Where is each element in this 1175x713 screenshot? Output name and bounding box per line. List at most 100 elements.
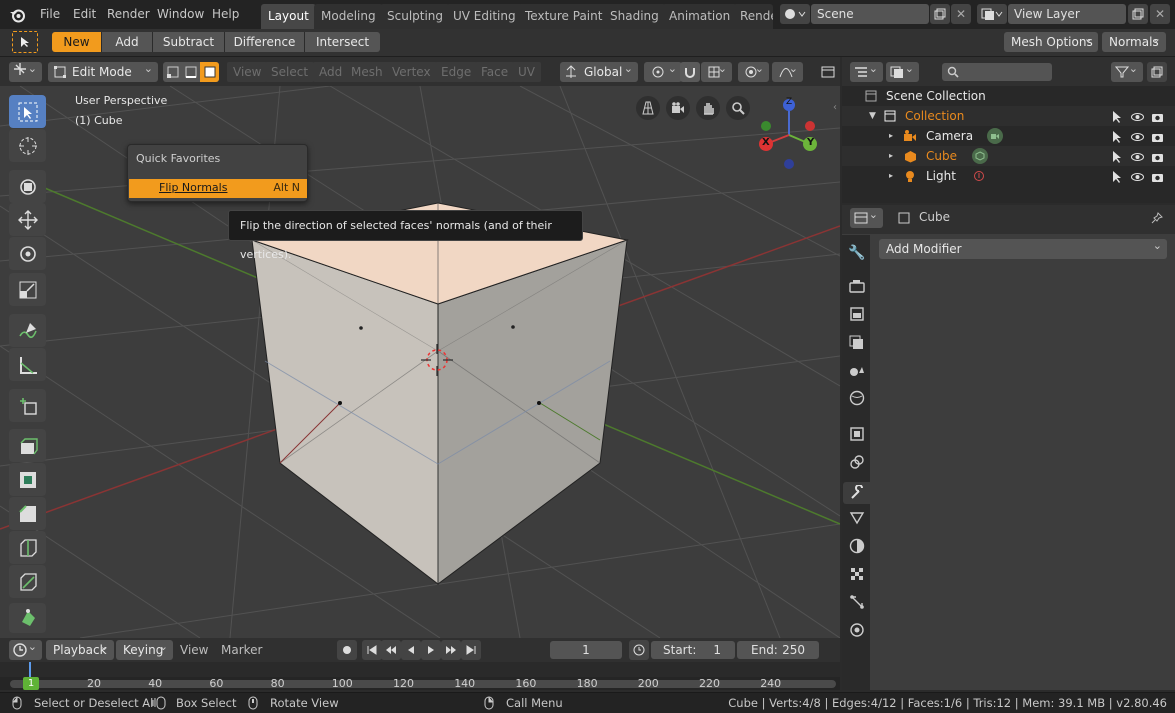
particles-tab-icon[interactable] [846, 510, 868, 532]
inset-tool-button[interactable] [9, 463, 46, 496]
cursor-tool-button[interactable] [9, 129, 46, 162]
mesh-options-dropdown[interactable]: Mesh Options [1004, 29, 1098, 52]
world-tab-icon[interactable] [846, 390, 868, 412]
constraints-tab-icon[interactable] [846, 454, 868, 476]
scene-tab-icon[interactable] [846, 362, 868, 384]
current-frame-field[interactable]: 1 [550, 641, 622, 659]
tool-tab-icon[interactable]: 🔧 [846, 242, 868, 264]
snap-toggle-icon[interactable] [680, 62, 700, 82]
zoom-view-icon[interactable] [726, 96, 750, 120]
edge-select-icon[interactable] [182, 62, 200, 82]
outliner-cube-row[interactable]: ▸ Cube [842, 146, 1175, 166]
scene-selector-icon[interactable] [780, 4, 810, 24]
output-tab-icon[interactable] [846, 306, 868, 328]
scene-name-field[interactable]: Scene [811, 4, 929, 24]
timeline-view-menu[interactable]: View [180, 643, 208, 657]
add-cube-tool-button[interactable] [9, 389, 46, 422]
jump-start-icon[interactable] [362, 640, 382, 660]
tab-rendering[interactable]: Rende [733, 4, 773, 29]
viewport-menu-view[interactable]: View [227, 62, 268, 82]
playback-dropdown[interactable]: Playback [46, 637, 114, 660]
tab-layout[interactable]: Layout [261, 4, 316, 29]
material-tab-icon[interactable] [846, 622, 868, 644]
filter-dropdown[interactable] [1111, 59, 1143, 82]
sidebar-toggle-icon[interactable]: ‹ [830, 100, 840, 114]
viewport-menu-mesh[interactable]: Mesh [345, 62, 389, 82]
new-scene-icon[interactable] [930, 4, 950, 24]
play-reverse-icon[interactable] [401, 640, 421, 660]
next-keyframe-icon[interactable] [441, 640, 461, 660]
pivot-point-dropdown[interactable] [644, 59, 682, 82]
preview-range-icon[interactable] [629, 640, 649, 660]
light-expand-icon[interactable]: ▸ [889, 166, 893, 186]
modifiers-tab-icon[interactable] [843, 482, 870, 504]
editor-type-dropdown[interactable] [9, 59, 42, 82]
rotate-tool-button[interactable] [9, 237, 46, 270]
data-tab-icon[interactable] [846, 594, 868, 616]
viewport-menu-face[interactable]: Face [475, 62, 515, 82]
outliner-scene-collection-row[interactable]: Scene Collection [842, 86, 1175, 106]
menu-file[interactable]: File [40, 0, 60, 29]
object-tab-icon[interactable] [846, 426, 868, 448]
measure-tool-button[interactable] [9, 348, 46, 381]
tweak-tool-button[interactable] [9, 170, 46, 203]
tab-sculpting[interactable]: Sculpting [380, 4, 451, 29]
new-collection-icon[interactable] [1147, 62, 1167, 82]
texture-tab-icon[interactable] [846, 566, 868, 588]
annotate-tool-button[interactable] [9, 314, 46, 347]
outliner-editor-type-dropdown[interactable] [850, 59, 883, 82]
move-tool-button[interactable] [9, 203, 46, 236]
pan-view-icon[interactable] [696, 96, 720, 120]
tab-texture-paint[interactable]: Texture Paint [518, 4, 610, 29]
face-select-icon[interactable] [200, 62, 219, 82]
outliner-light-row[interactable]: ▸ Light [842, 166, 1175, 186]
poly-build-tool-button[interactable] [9, 603, 46, 633]
tab-modeling[interactable]: Modeling [314, 4, 383, 29]
navigation-gizmo[interactable]: Z Y X [752, 96, 824, 176]
render-tab-icon[interactable] [846, 278, 868, 300]
maximize-area-icon[interactable] [818, 62, 838, 82]
viewport-menu-select[interactable]: Select [265, 62, 315, 82]
viewport-menu-edge[interactable]: Edge [435, 62, 478, 82]
view-layer-selector-icon[interactable] [977, 4, 1007, 24]
tab-animation[interactable]: Animation [662, 4, 738, 29]
display-mode-dropdown[interactable] [886, 59, 919, 82]
snap-target-dropdown[interactable] [701, 59, 732, 82]
vertex-select-icon[interactable] [164, 62, 182, 82]
outliner-camera-row[interactable]: ▸ Camera [842, 126, 1175, 146]
record-toggle-icon[interactable] [337, 640, 357, 660]
play-icon[interactable] [421, 640, 441, 660]
3d-viewport[interactable]: Z Y X ‹ User Perspective (1) Cube Quick … [0, 86, 840, 638]
boolean-intersect-button[interactable]: Intersect [305, 32, 380, 52]
menu-render[interactable]: Render [107, 0, 150, 29]
outliner-collection-row[interactable]: ▼ Collection [842, 106, 1175, 126]
timeline-marker-menu[interactable]: Marker [221, 643, 262, 657]
keying-dropdown[interactable]: Keying [116, 637, 173, 660]
perspective-toggle-icon[interactable] [636, 96, 660, 120]
cube-expand-icon[interactable]: ▸ [889, 146, 893, 166]
normals-dropdown[interactable]: Normals [1102, 29, 1166, 52]
proportional-edit-dropdown[interactable] [738, 59, 769, 82]
menu-window[interactable]: Window [157, 0, 204, 29]
boolean-subtract-button[interactable]: Subtract [153, 32, 225, 52]
timeline-editor-type-dropdown[interactable] [9, 637, 42, 660]
tab-shading[interactable]: Shading [603, 4, 666, 29]
boolean-add-button[interactable]: Add [102, 32, 153, 52]
bevel-tool-button[interactable] [9, 497, 46, 530]
boolean-new-button[interactable]: New [52, 32, 102, 52]
new-view-layer-icon[interactable] [1128, 4, 1148, 24]
viewport-menu-vertex[interactable]: Vertex [386, 62, 437, 82]
loop-cut-tool-button[interactable] [9, 531, 46, 564]
flip-normals-menu-item[interactable]: Flip Normals Alt N [129, 179, 307, 198]
collection-expand-icon[interactable]: ▼ [869, 106, 876, 126]
close-view-layer-icon[interactable]: ✕ [1150, 4, 1170, 24]
knife-tool-button[interactable] [9, 565, 46, 598]
extrude-tool-button[interactable] [9, 429, 46, 462]
end-frame-field[interactable]: End: 250 [737, 641, 819, 659]
viewport-menu-uv[interactable]: UV [512, 62, 541, 82]
falloff-dropdown[interactable] [772, 59, 803, 82]
menu-edit[interactable]: Edit [73, 0, 96, 29]
tab-uv-editing[interactable]: UV Editing [446, 4, 523, 29]
view-layer-tab-icon[interactable] [846, 334, 868, 356]
camera-expand-icon[interactable]: ▸ [889, 126, 893, 146]
